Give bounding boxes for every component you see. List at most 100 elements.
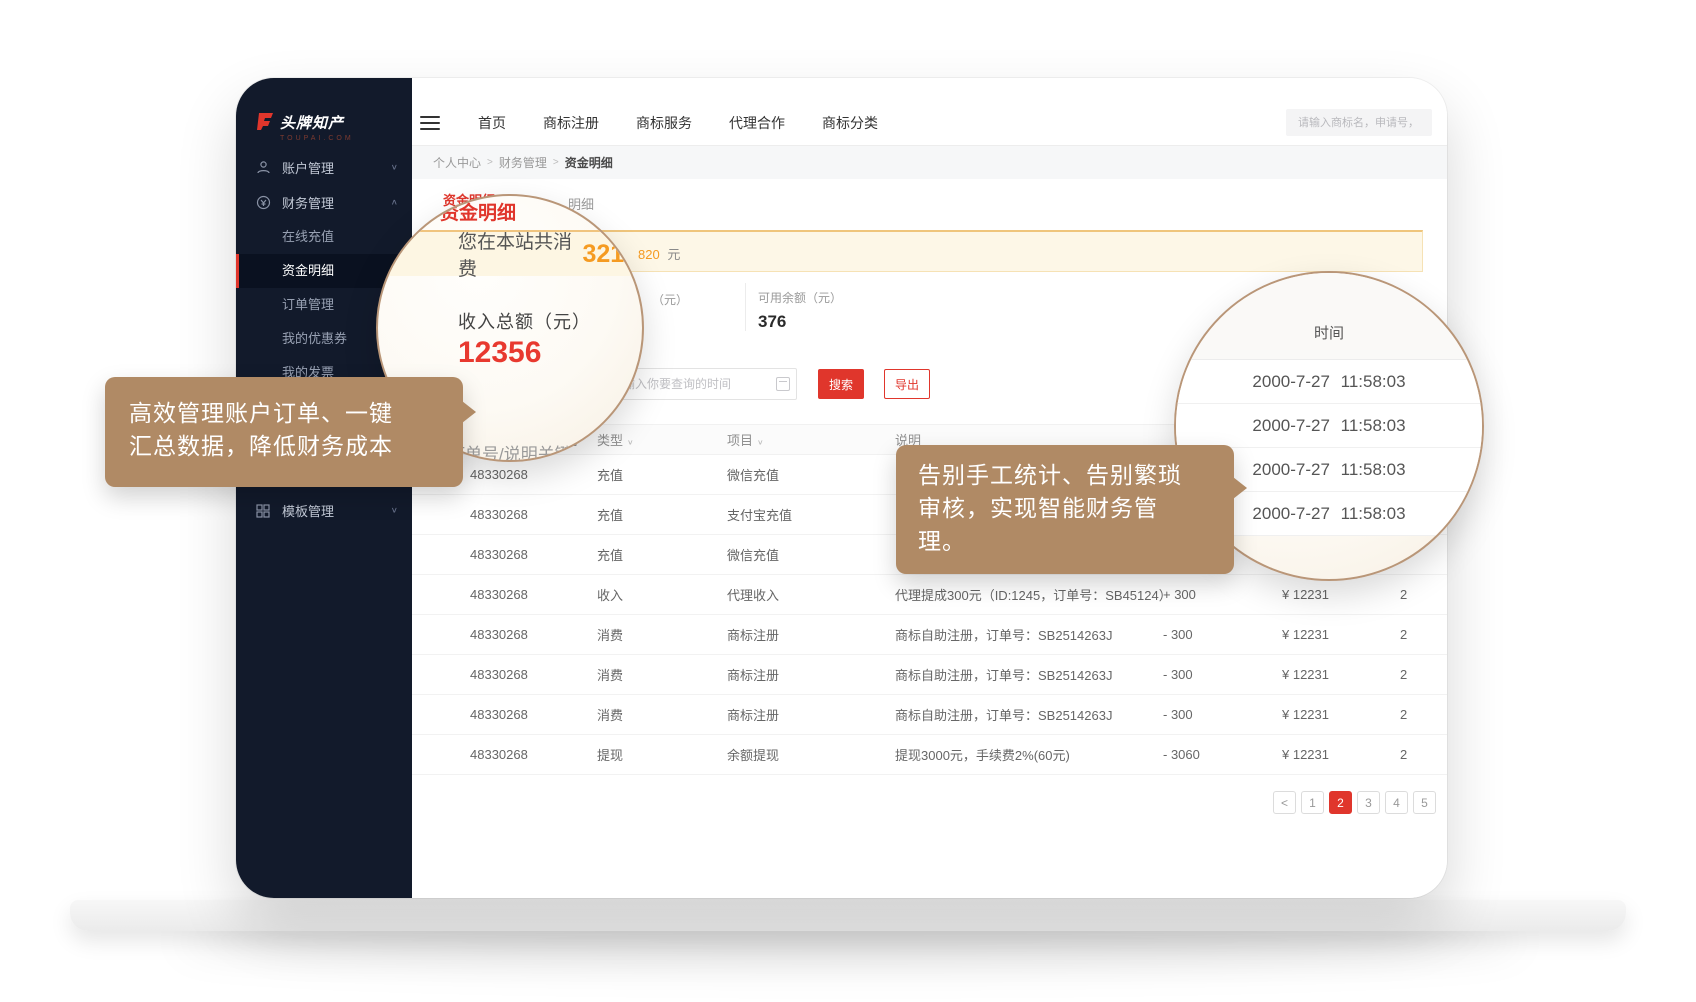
- date-query-input[interactable]: [610, 368, 797, 400]
- breadcrumb-separator: >: [487, 157, 493, 168]
- callout-right-line: 告别手工统计、告别繁琐: [918, 459, 1212, 492]
- breadcrumb-separator: >: [553, 157, 559, 168]
- sidebar-item-label: 账户管理: [282, 158, 334, 177]
- sidebar-item-label: 财务管理: [282, 193, 334, 212]
- magnified-income-label: 收入总额（元）: [458, 308, 591, 334]
- cell-type: 充值: [597, 465, 727, 484]
- cell-time: 2: [1400, 707, 1447, 722]
- cell-amount: - 300: [1163, 707, 1282, 722]
- cell-time: 2: [1400, 587, 1447, 602]
- cell-amount: - 3060: [1163, 747, 1282, 762]
- cell-type: 提现: [597, 745, 727, 764]
- sidebar-item-account[interactable]: 账户管理 ∨: [236, 150, 412, 185]
- cell-type: 消费: [597, 665, 727, 684]
- nav-item-trademark-category[interactable]: 商标分类: [822, 113, 878, 133]
- pagination-page-3[interactable]: 3: [1357, 791, 1380, 814]
- banner-amount-fragment: 820 元: [638, 244, 680, 263]
- cell-balance: ¥ 12231: [1282, 747, 1400, 762]
- nav-item-trademark-register[interactable]: 商标注册: [543, 113, 599, 133]
- banner-unit: 元: [667, 247, 680, 262]
- cell-time: 2: [1400, 667, 1447, 682]
- pagination-page-1[interactable]: 1: [1301, 791, 1324, 814]
- pagination: < 1 2 3 4 5: [1273, 791, 1436, 814]
- breadcrumb: 个人中心 > 财务管理 > 资金明细: [412, 146, 1447, 179]
- sort-caret-icon: ∨: [757, 438, 764, 447]
- callout-right-line: 审核，实现智能财务管: [918, 492, 1212, 525]
- cell-description: 商标自助注册，订单号：SB2514263J: [895, 625, 1163, 644]
- brand-logo: 头牌知产 TOUPAI.COM: [256, 112, 354, 142]
- hamburger-icon[interactable]: [420, 116, 440, 130]
- breadcrumb-section[interactable]: 财务管理: [499, 154, 547, 171]
- user-icon: [256, 160, 272, 175]
- cell-balance: ¥ 12231: [1282, 707, 1400, 722]
- cell-type: 收入: [597, 585, 727, 604]
- cell-amount: - 300: [1163, 627, 1282, 642]
- table-row[interactable]: 48330268 消费 商标注册 商标自助注册，订单号：SB2514263J -…: [412, 655, 1447, 695]
- cell-order-no: 48330268: [412, 507, 597, 522]
- magnified-order-header-fragment: 订单号/说明关键词: [448, 440, 633, 462]
- nav-items: 首页 商标注册 商标服务 代理合作 商标分类: [478, 113, 878, 133]
- breadcrumb-current: 资金明细: [565, 154, 613, 171]
- cell-description: 商标自助注册，订单号：SB2514263J: [895, 705, 1163, 724]
- page: 头牌知产 TOUPAI.COM 账户管理 ∨: [0, 0, 1696, 1002]
- callout-left: 高效管理账户订单、一键 汇总数据，降低财务成本: [105, 377, 463, 487]
- stat-middle-label-fragment: （元）: [652, 291, 688, 308]
- magnified-time-value: 2000-7-27 11:58:03: [1176, 404, 1482, 448]
- brand-tagline: TOUPAI.COM: [280, 135, 354, 142]
- cell-project: 余额提现: [727, 745, 895, 764]
- table-row[interactable]: 48330268 收入 代理收入 代理提成300元（ID:1245，订单号：SB…: [412, 575, 1447, 615]
- cell-project: 微信充值: [727, 465, 895, 484]
- nav-item-home[interactable]: 首页: [478, 113, 506, 133]
- cell-project: 代理收入: [727, 585, 895, 604]
- sidebar-item-finance[interactable]: 财务管理 ∧: [236, 185, 412, 220]
- cell-amount: + 300: [1163, 587, 1282, 602]
- chevron-down-icon: ∨: [391, 506, 398, 515]
- top-navigation: 首页 商标注册 商标服务 代理合作 商标分类: [412, 101, 1447, 146]
- pagination-page-4[interactable]: 4: [1385, 791, 1408, 814]
- chevron-down-icon: ∨: [391, 163, 398, 172]
- cell-project: 支付宝充值: [727, 505, 895, 524]
- cell-description: 代理提成300元（ID:1245，订单号：SB45124）: [895, 585, 1163, 604]
- table-row[interactable]: 48330268 消费 商标注册 商标自助注册，订单号：SB2514263J -…: [412, 695, 1447, 735]
- cell-order-no: 48330268: [412, 547, 597, 562]
- export-button[interactable]: 导出: [884, 369, 930, 399]
- cell-project: 商标注册: [727, 705, 895, 724]
- balance-label: 可用余额（元）: [758, 289, 842, 306]
- table-row[interactable]: 48330268 提现 余额提现 提现3000元，手续费2%(60元) - 30…: [412, 735, 1447, 775]
- brand-logo-icon: [256, 112, 274, 136]
- finance-icon: [256, 195, 272, 210]
- magnified-consumption-banner: 您在本站共消费 32124: [376, 230, 644, 276]
- brand-name: 头牌知产: [280, 112, 354, 133]
- cell-amount: - 300: [1163, 667, 1282, 682]
- cell-order-no: 48330268: [412, 747, 597, 762]
- search-button[interactable]: 搜索: [818, 369, 864, 399]
- balance-value: 376: [758, 312, 786, 332]
- callout-right: 告别手工统计、告别繁琐 审核，实现智能财务管 理。: [896, 445, 1234, 574]
- cell-type: 充值: [597, 545, 727, 564]
- cell-description: 商标自助注册，订单号：SB2514263J: [895, 665, 1163, 684]
- header-project[interactable]: 项目∨: [727, 430, 895, 449]
- calendar-icon[interactable]: [776, 377, 790, 391]
- search-input[interactable]: [1286, 109, 1432, 136]
- pagination-page-5[interactable]: 5: [1413, 791, 1436, 814]
- cell-order-no: 48330268: [412, 627, 597, 642]
- cell-type: 充值: [597, 505, 727, 524]
- cell-balance: ¥ 12231: [1282, 627, 1400, 642]
- pagination-page-2-active[interactable]: 2: [1329, 791, 1352, 814]
- chevron-up-icon: ∧: [391, 198, 398, 207]
- laptop-base: [70, 900, 1626, 931]
- nav-item-trademark-services[interactable]: 商标服务: [636, 113, 692, 133]
- sidebar-item-label: 模板管理: [282, 501, 334, 520]
- sidebar-item-templates[interactable]: 模板管理 ∨: [236, 493, 412, 528]
- magnified-time-value: 2000-7-27 11:58:03: [1176, 360, 1482, 404]
- magnified-time-header: 时间: [1176, 273, 1482, 360]
- cell-time: 2: [1400, 627, 1447, 642]
- callout-right-line: 理。: [918, 525, 1212, 558]
- cell-time: 2: [1400, 747, 1447, 762]
- cell-type: 消费: [597, 705, 727, 724]
- table-row[interactable]: 48330268 消费 商标注册 商标自助注册，订单号：SB2514263J -…: [412, 615, 1447, 655]
- nav-item-agent-cooperation[interactable]: 代理合作: [729, 113, 785, 133]
- breadcrumb-home[interactable]: 个人中心: [433, 154, 481, 171]
- pagination-prev[interactable]: <: [1273, 791, 1296, 814]
- stat-divider: [745, 283, 746, 331]
